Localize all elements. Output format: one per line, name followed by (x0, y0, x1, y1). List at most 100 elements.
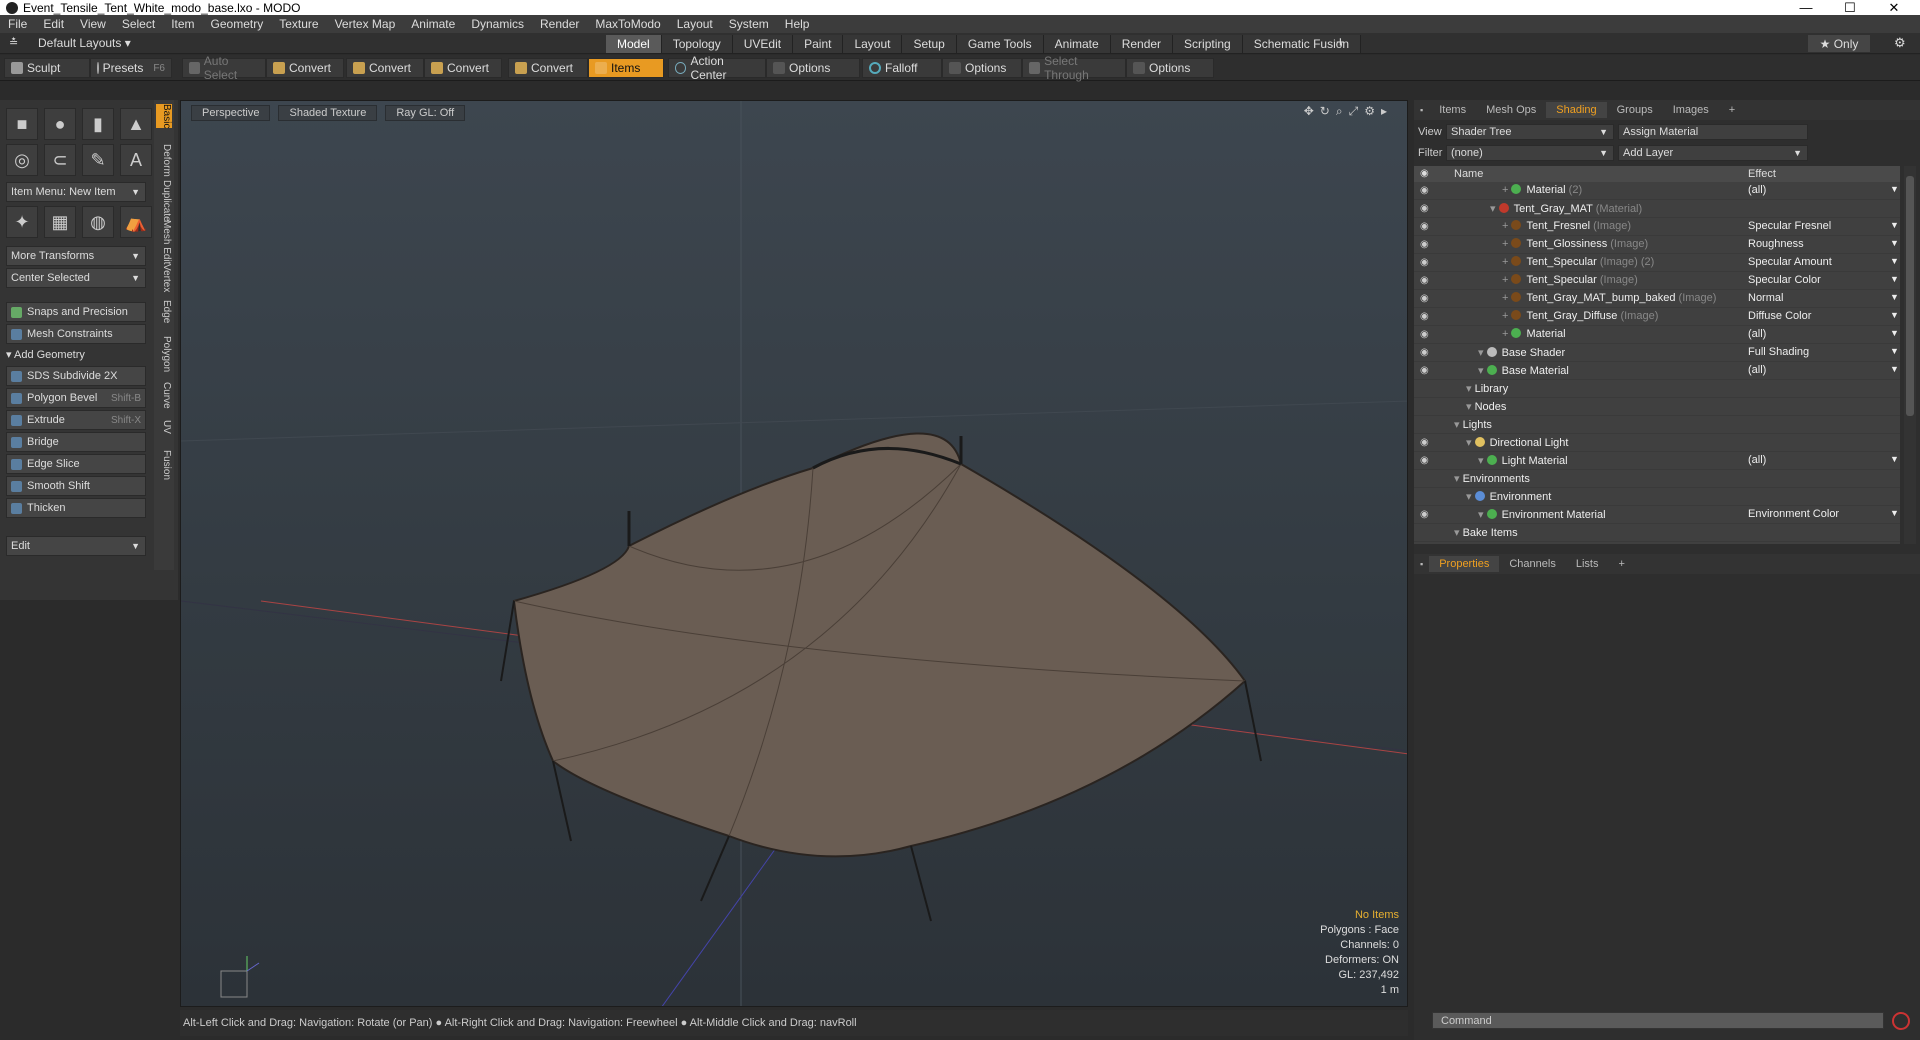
add-layer-dropdown[interactable]: Add Layer ▼ (1618, 144, 1808, 161)
menu-system[interactable]: System (721, 17, 777, 31)
tool-smooth-shift[interactable]: Smooth Shift (6, 476, 146, 496)
shader-tree-row[interactable]: ◉ + Tent_Specular (Image) Specular Color ▼ (1414, 272, 1900, 290)
chevron-down-icon[interactable]: ▼ (1890, 274, 1899, 284)
tab-game-tools[interactable]: Game Tools (956, 35, 1044, 53)
eye-icon[interactable]: ◉ (1420, 221, 1429, 232)
row-effect[interactable]: Roughness (1748, 238, 1804, 250)
expand-icon[interactable]: ▾ (1478, 509, 1487, 521)
expand-icon[interactable]: ▾ (1454, 473, 1463, 485)
tab-shading[interactable]: Shading (1546, 102, 1607, 118)
layout-toggle-icon[interactable]: ≛ (9, 36, 18, 49)
rotate-icon[interactable]: ↻ (1320, 104, 1330, 119)
tool-extrude[interactable]: Extrude Shift-X (6, 410, 146, 430)
tab-groups[interactable]: Groups (1607, 102, 1663, 118)
chevron-down-icon[interactable]: ▼ (1890, 454, 1899, 464)
menu-vertex-map[interactable]: Vertex Map (327, 17, 404, 31)
add-geometry-header[interactable]: ▾ Add Geometry (6, 348, 85, 361)
tab-uvedit[interactable]: UVEdit (732, 35, 794, 53)
vtab-deform[interactable]: Deform (156, 144, 172, 177)
menu-dynamics[interactable]: Dynamics (463, 17, 532, 31)
move-icon[interactable]: ✥ (1304, 104, 1314, 119)
convert-items-button[interactable]: Convert (508, 58, 588, 78)
shader-tree-row[interactable]: ◉ ▾ Light Material (all) ▼ (1414, 452, 1900, 470)
menu-maxtomodo[interactable]: MaxToModo (587, 17, 668, 31)
text-icon[interactable]: A (120, 144, 152, 176)
shader-tree-row[interactable]: ◉ + Tent_Glossiness (Image) Roughness ▼ (1414, 236, 1900, 254)
vtab-polygon[interactable]: Polygon (156, 336, 172, 372)
row-effect[interactable]: Environment Color (1748, 508, 1839, 520)
menu-item[interactable]: Item (163, 17, 202, 31)
row-effect[interactable]: (all) (1748, 184, 1766, 196)
tab-animate[interactable]: Animate (1043, 35, 1111, 53)
scrollbar-thumb[interactable] (1906, 176, 1914, 416)
assign-material-button[interactable]: Assign Material (1618, 123, 1808, 140)
fit-icon[interactable]: ⤢ (1349, 104, 1359, 119)
shader-tree-row[interactable]: ◉ + Material (2) (all) ▼ (1414, 182, 1900, 200)
expand-icon[interactable]: ▾ (1478, 365, 1487, 377)
chevron-right-icon[interactable]: ▸ (1381, 104, 1387, 119)
sculpt-button[interactable]: Sculpt (4, 58, 90, 78)
eye-icon[interactable]: ◉ (1420, 239, 1429, 250)
locator-icon[interactable]: ✦ (6, 206, 38, 238)
tab-paint[interactable]: Paint (793, 35, 844, 53)
eye-icon[interactable]: ◉ (1420, 347, 1429, 358)
menu-render[interactable]: Render (532, 17, 587, 31)
shader-tree-row[interactable]: ◉ ▾ Base Material (all) ▼ (1414, 362, 1900, 380)
tool-bridge[interactable]: Bridge (6, 432, 146, 452)
eye-icon[interactable]: ◉ (1420, 257, 1429, 268)
filter-dropdown[interactable]: (none) ▼ (1446, 144, 1614, 161)
convert-edges-button[interactable]: Convert (346, 58, 424, 78)
tab-scripting[interactable]: Scripting (1173, 35, 1243, 53)
3d-viewport[interactable]: Perspective Shaded Texture Ray GL: Off ✥… (180, 100, 1408, 1007)
chevron-down-icon[interactable]: ▼ (1890, 238, 1899, 248)
tab-render[interactable]: Render (1110, 35, 1174, 53)
gear-icon[interactable]: ⚙ (1894, 35, 1906, 51)
eye-icon[interactable]: ◉ (1420, 329, 1429, 340)
menu-texture[interactable]: Texture (271, 17, 326, 31)
minimize-button[interactable]: — (1784, 0, 1828, 15)
expand-icon[interactable]: + (1502, 292, 1511, 304)
chevron-down-icon[interactable]: ▼ (1890, 292, 1899, 302)
convert-vertices-button[interactable]: Convert (266, 58, 344, 78)
select-through-button[interactable]: Select Through (1022, 54, 1126, 82)
eye-icon[interactable]: ◉ (1420, 509, 1429, 520)
add-tab-button[interactable]: + (1608, 556, 1634, 572)
menu-view[interactable]: View (72, 17, 114, 31)
expand-icon[interactable]: ▾ (1478, 455, 1487, 467)
tab-properties[interactable]: Properties (1429, 556, 1500, 572)
pen-icon[interactable]: ✎ (82, 144, 114, 176)
tab-lists[interactable]: Lists (1566, 556, 1609, 572)
expand-icon[interactable]: ▾ (1466, 383, 1475, 395)
row-effect[interactable]: Specular Fresnel (1748, 220, 1831, 232)
eye-icon[interactable]: ◉ (1420, 275, 1429, 286)
chevron-down-icon[interactable]: ▼ (1890, 508, 1899, 518)
vtab-fusion[interactable]: Fusion (156, 450, 172, 480)
row-effect[interactable]: Specular Color (1748, 274, 1821, 286)
vtab-uv[interactable]: UV (156, 420, 172, 434)
snaps-precision-button[interactable]: Snaps and Precision (6, 302, 146, 322)
expand-icon[interactable]: + (1502, 310, 1511, 322)
tab-layout[interactable]: Layout (843, 35, 903, 53)
expand-icon[interactable]: ▾ (1466, 401, 1475, 413)
command-record-button[interactable] (1892, 1012, 1910, 1030)
shader-tree-row[interactable]: ◉ + Tent_Fresnel (Image) Specular Fresnel ▼ (1414, 218, 1900, 236)
shader-tree-row[interactable]: ▾ Environments (1414, 470, 1900, 488)
tab-setup[interactable]: Setup (902, 35, 957, 53)
vtab-vertex[interactable]: Vertex (156, 264, 172, 292)
presets-button[interactable]: Presets F6 (90, 58, 172, 78)
menu-file[interactable]: File (0, 17, 35, 31)
chevron-down-icon[interactable]: ▼ (1890, 184, 1899, 194)
tent-canopy[interactable] (512, 432, 1247, 858)
falloff-button[interactable]: Falloff (862, 58, 942, 78)
edit-dropdown[interactable]: Edit ▼ (6, 536, 146, 556)
eye-icon[interactable]: ◉ (1420, 311, 1429, 322)
tab-channels[interactable]: Channels (1499, 556, 1565, 572)
action-center-options-button[interactable]: Options (766, 58, 860, 78)
close-button[interactable]: ✕ (1872, 0, 1916, 15)
row-effect[interactable]: Normal (1748, 292, 1783, 304)
tab-model[interactable]: Model (606, 35, 662, 53)
tab-topology[interactable]: Topology (661, 35, 733, 53)
chevron-down-icon[interactable]: ▼ (1890, 346, 1899, 356)
auto-select-button[interactable]: Auto Select (182, 54, 266, 82)
chevron-down-icon[interactable]: ▼ (1890, 256, 1899, 266)
